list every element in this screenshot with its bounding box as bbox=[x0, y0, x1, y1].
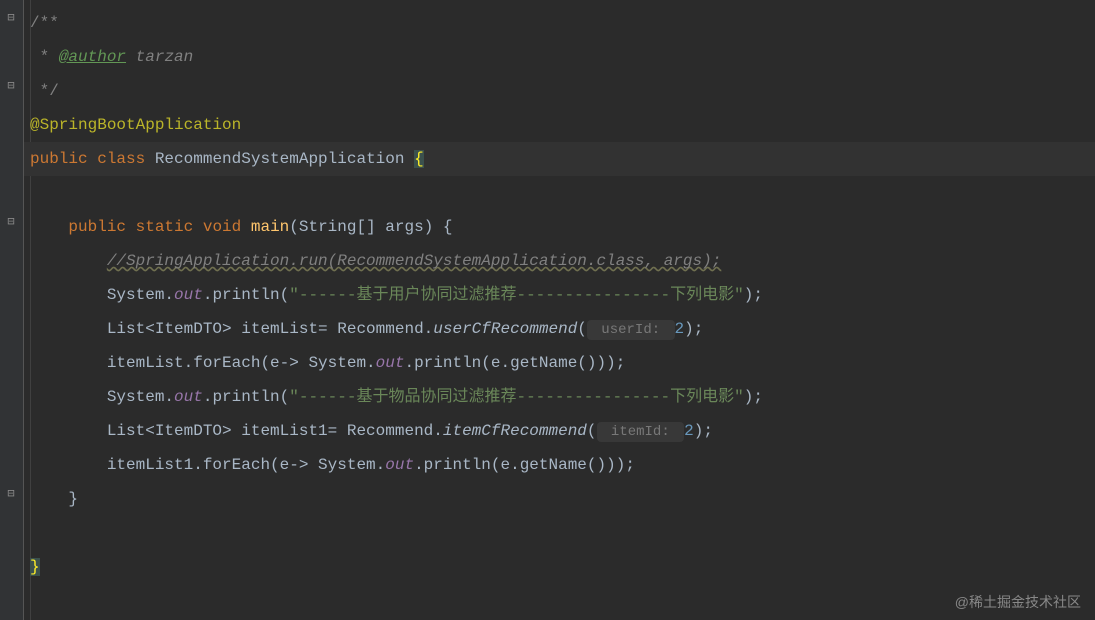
method-call: userCfRecommend bbox=[433, 320, 577, 338]
paren-open: ( bbox=[587, 422, 597, 440]
author-tag: @author bbox=[59, 48, 126, 66]
indent bbox=[30, 286, 107, 304]
paren-open: ( bbox=[577, 320, 587, 338]
code-line[interactable]: itemList1.forEach(e-> System.out.println… bbox=[24, 448, 1095, 482]
keyword-public: public bbox=[30, 150, 97, 168]
number-literal: 2 bbox=[684, 422, 694, 440]
method-params: (String[] args) { bbox=[289, 218, 452, 236]
indent bbox=[30, 388, 107, 406]
keyword-void: void bbox=[203, 218, 251, 236]
indent bbox=[30, 218, 68, 236]
system-ref: System. bbox=[107, 388, 174, 406]
println-call: .println( bbox=[203, 388, 289, 406]
code-line[interactable]: List<ItemDTO> itemList= Recommend.userCf… bbox=[24, 312, 1095, 346]
gutter: ⊟ ⊟ ⊟ ⊟ bbox=[0, 0, 24, 620]
param-hint: itemId: bbox=[597, 422, 685, 442]
author-value: tarzan bbox=[126, 48, 193, 66]
number-literal: 2 bbox=[675, 320, 685, 338]
spring-annotation: @SpringBootApplication bbox=[30, 116, 241, 134]
println-call: .println( bbox=[203, 286, 289, 304]
indent bbox=[30, 252, 107, 270]
println-rest: .println(e.getName())); bbox=[414, 456, 635, 474]
fold-icon[interactable]: ⊟ bbox=[4, 486, 18, 500]
code-line[interactable]: System.out.println("------基于物品协同过滤推荐----… bbox=[24, 380, 1095, 414]
keyword-public: public bbox=[68, 218, 135, 236]
indent bbox=[30, 422, 107, 440]
code-line[interactable]: System.out.println("------基于用户协同过滤推荐----… bbox=[24, 278, 1095, 312]
brace-open: { bbox=[414, 150, 424, 168]
out-field: out bbox=[174, 388, 203, 406]
doc-comment-end: */ bbox=[30, 82, 59, 100]
param-hint: userId: bbox=[587, 320, 675, 340]
var-decl: List<ItemDTO> itemList1= Recommend. bbox=[107, 422, 443, 440]
code-line[interactable]: @SpringBootApplication bbox=[24, 108, 1095, 142]
commented-code: //SpringApplication.run(RecommendSystemA… bbox=[107, 252, 722, 270]
stmt-end: ); bbox=[684, 320, 703, 338]
stmt-end: ); bbox=[744, 388, 763, 406]
string-literal: "------基于用户协同过滤推荐----------------下列电影" bbox=[289, 286, 743, 304]
code-line[interactable]: * @author tarzan bbox=[24, 40, 1095, 74]
out-field: out bbox=[174, 286, 203, 304]
keyword-class: class bbox=[97, 150, 155, 168]
out-field: out bbox=[385, 456, 414, 474]
var-decl: List<ItemDTO> itemList= Recommend. bbox=[107, 320, 433, 338]
foreach-call: itemList.forEach(e-> System. bbox=[107, 354, 376, 372]
watermark: @稀土掘金技术社区 bbox=[955, 592, 1081, 612]
stmt-end: ); bbox=[694, 422, 713, 440]
class-name: RecommendSystemApplication bbox=[155, 150, 414, 168]
fold-icon[interactable]: ⊟ bbox=[4, 78, 18, 92]
code-line[interactable]: itemList.forEach(e-> System.out.println(… bbox=[24, 346, 1095, 380]
brace-close: } bbox=[68, 490, 78, 508]
code-line[interactable]: //SpringApplication.run(RecommendSystemA… bbox=[24, 244, 1095, 278]
code-line-empty[interactable] bbox=[24, 176, 1095, 210]
indent bbox=[30, 490, 68, 508]
code-line[interactable]: /** bbox=[24, 6, 1095, 40]
doc-comment-start: /** bbox=[30, 14, 59, 32]
println-rest: .println(e.getName())); bbox=[404, 354, 625, 372]
stmt-end: ); bbox=[744, 286, 763, 304]
code-line[interactable]: } bbox=[24, 550, 1095, 584]
code-editor[interactable]: ⊟ ⊟ ⊟ ⊟ /** * @author tarzan */ @SpringB… bbox=[0, 0, 1095, 620]
indent bbox=[30, 456, 107, 474]
string-literal: "------基于物品协同过滤推荐----------------下列电影" bbox=[289, 388, 743, 406]
keyword-static: static bbox=[136, 218, 203, 236]
method-call: itemCfRecommend bbox=[443, 422, 587, 440]
brace-close: } bbox=[30, 558, 40, 576]
out-field: out bbox=[376, 354, 405, 372]
fold-icon[interactable]: ⊟ bbox=[4, 10, 18, 24]
doc-star: * bbox=[30, 48, 59, 66]
fold-icon[interactable]: ⊟ bbox=[4, 214, 18, 228]
code-line-current[interactable]: public class RecommendSystemApplication … bbox=[24, 142, 1095, 176]
code-line[interactable]: } bbox=[24, 482, 1095, 516]
indent bbox=[30, 354, 107, 372]
code-area[interactable]: /** * @author tarzan */ @SpringBootAppli… bbox=[24, 0, 1095, 620]
code-line-empty[interactable] bbox=[24, 516, 1095, 550]
method-main: main bbox=[251, 218, 289, 236]
code-line[interactable]: */ bbox=[24, 74, 1095, 108]
indent bbox=[30, 320, 107, 338]
code-line[interactable]: public static void main(String[] args) { bbox=[24, 210, 1095, 244]
code-line[interactable]: List<ItemDTO> itemList1= Recommend.itemC… bbox=[24, 414, 1095, 448]
system-ref: System. bbox=[107, 286, 174, 304]
foreach-call: itemList1.forEach(e-> System. bbox=[107, 456, 385, 474]
